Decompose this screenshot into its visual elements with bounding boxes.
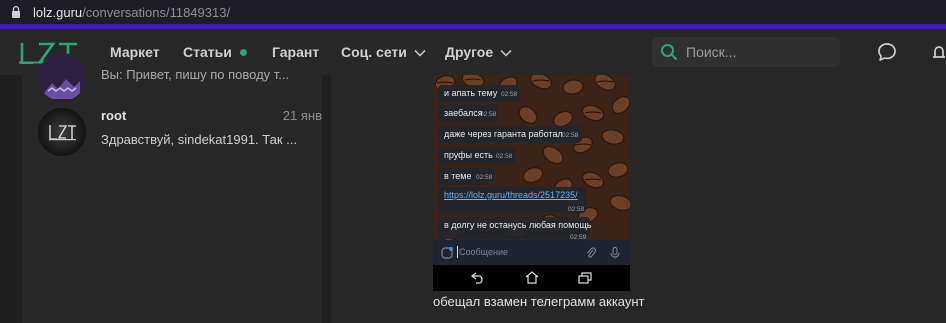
url-path: /conversations/11849313/ xyxy=(82,4,231,20)
chat-bubble-time: 02:58 xyxy=(480,111,497,118)
chat-bubble: https://lolz.guru/threads/2517235/ 02:58 xyxy=(438,187,586,213)
nav-social-label: Соц. сети xyxy=(341,44,407,60)
search-input[interactable] xyxy=(686,44,826,60)
chat-bubble: и апать тему 02:58 xyxy=(438,85,520,102)
chat-bubble: пруфы есть 02:58 xyxy=(438,147,515,164)
bell-icon[interactable] xyxy=(928,41,946,63)
chat-bubble-text: даже через гаранта работал xyxy=(444,129,563,139)
composer-placeholder: Сообщение xyxy=(459,247,508,257)
chevron-down-icon xyxy=(500,50,512,57)
conversation-name: root xyxy=(101,108,127,123)
search-box[interactable] xyxy=(652,37,840,67)
nav-other[interactable]: Другое xyxy=(445,44,512,60)
conversation-preview: Вы: Привет, пишу по поводу т... xyxy=(101,67,290,82)
chat-bubble-icon[interactable] xyxy=(876,41,898,63)
android-nav-bar xyxy=(433,265,630,291)
conversation-item[interactable]: root 21 янв Здравствуй, sindekat1991. Та… xyxy=(22,105,322,161)
home-icon xyxy=(525,271,539,284)
recent-apps-icon xyxy=(578,272,592,284)
nav-market[interactable]: Маркет xyxy=(110,44,160,60)
new-content-dot xyxy=(239,48,247,56)
content-area: Вы: Привет, пишу по поводу т... root 21 … xyxy=(0,53,946,323)
lock-icon xyxy=(12,6,20,18)
nav-articles[interactable]: Статьи xyxy=(183,44,247,60)
conversation-item[interactable]: Вы: Привет, пишу по поводу т... xyxy=(22,53,322,101)
chat-bubble-time: 02:58 xyxy=(501,91,518,98)
avatar xyxy=(38,53,86,101)
chat-bubble: даже через гаранта работал 02:58 xyxy=(438,126,582,143)
chat-bubble-time: 02:58 xyxy=(562,132,579,139)
avatar xyxy=(38,108,86,156)
chat-bubble-text: заебался xyxy=(444,108,483,118)
emoji-icon xyxy=(441,247,453,259)
nav-articles-label: Статьи xyxy=(183,44,232,60)
nav-guarantor[interactable]: Гарант xyxy=(272,44,319,60)
conversation-list: Вы: Привет, пишу по поводу т... root 21 … xyxy=(22,53,322,323)
chat-bubble: заебался 02:58 xyxy=(438,105,498,122)
chat-bubble: в теме 02:58 xyxy=(438,168,494,185)
chat-bubble-time: 02:58 xyxy=(496,153,513,160)
microphone-icon xyxy=(610,247,620,259)
attached-screenshot[interactable]: и апать тему 02:58 заебался 02:58 даже ч… xyxy=(433,75,630,291)
chat-bubble-time: 02:58 xyxy=(476,174,493,181)
chat-bubble-text: пруфы есть xyxy=(444,150,493,160)
message-pane: и апать тему 02:58 заебался 02:58 даже ч… xyxy=(331,75,946,323)
chat-bubble-time: 02:58 xyxy=(568,206,585,213)
avatar-image xyxy=(38,53,86,101)
chat-bubble-link[interactable]: https://lolz.guru/threads/2517235/ xyxy=(444,187,578,204)
message-caption: обещал взамен телеграмм аккаунт xyxy=(433,294,645,309)
message-composer: Сообщение xyxy=(433,240,630,265)
text-cursor xyxy=(457,246,458,258)
paperclip-icon xyxy=(587,247,597,258)
back-icon xyxy=(471,272,483,284)
conversation-preview: Здравствуй, sindekat1991. Так ... xyxy=(101,132,298,147)
address-bar[interactable]: lolz.guru /conversations/11849313/ xyxy=(0,0,946,24)
url-host: lolz.guru xyxy=(33,4,83,20)
chat-bubble-text: в теме xyxy=(444,171,472,181)
nav-social[interactable]: Соц. сети xyxy=(341,44,426,60)
conversation-date: 21 янв xyxy=(282,108,322,123)
chat-bubble-text: и апать тему xyxy=(444,88,498,98)
chat-bubble: в долгу не останусь любая помощь 02:59 xyxy=(438,217,591,241)
nav-other-label: Другое xyxy=(445,44,494,60)
chevron-down-icon xyxy=(414,50,426,57)
avatar-image xyxy=(38,108,86,156)
search-icon xyxy=(661,44,678,61)
